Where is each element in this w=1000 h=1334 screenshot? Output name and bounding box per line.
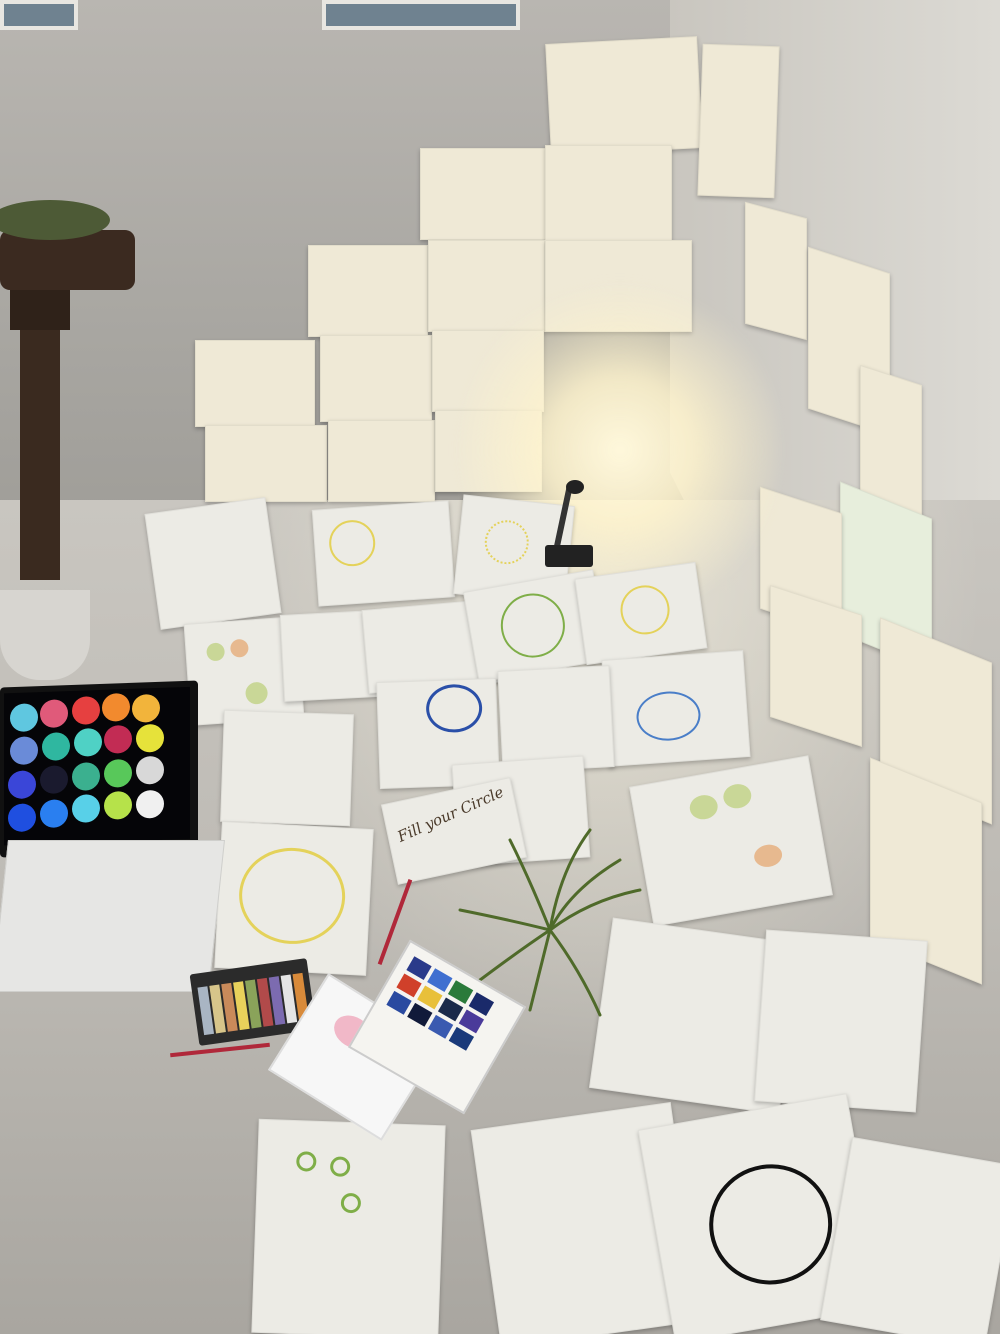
art-room-scene: Fill your Circle <box>0 0 1000 1334</box>
wall-paper <box>545 145 672 242</box>
green-dot <box>205 642 226 662</box>
sun-drawing <box>482 518 531 567</box>
yellow-circle-drawing <box>617 582 673 638</box>
orange-dot <box>229 638 250 658</box>
green-dot <box>721 781 754 811</box>
plant-pot <box>0 590 90 680</box>
floor-paper <box>574 561 708 666</box>
yellow-circle-drawing <box>236 845 348 947</box>
laptop-icon <box>0 680 198 858</box>
yellow-circle-drawing <box>327 518 377 568</box>
green-circle-drawing <box>329 1156 351 1178</box>
wall-paper <box>545 36 703 156</box>
wall-paper <box>308 245 428 337</box>
wall-paper <box>328 420 435 502</box>
floor-paper <box>220 709 354 827</box>
wall-paper <box>195 340 315 427</box>
floor-paper <box>214 821 374 976</box>
desk-lamp-base <box>545 545 593 567</box>
desk-lamp-head <box>566 480 584 494</box>
floor-paper <box>601 650 751 767</box>
laptop-screen-image <box>4 686 190 846</box>
wall-paper <box>420 148 547 240</box>
blue-circle-drawing <box>425 683 483 734</box>
wall-paper <box>697 43 780 199</box>
green-dot <box>244 681 269 705</box>
floor-paper <box>144 497 282 630</box>
floor-paper <box>820 1136 1000 1334</box>
wall-paper <box>745 201 807 341</box>
floor-paper <box>251 1118 446 1334</box>
floor-paper <box>311 500 456 607</box>
wall-paper <box>320 335 432 422</box>
green-circle-drawing <box>340 1192 362 1214</box>
green-dot <box>687 792 720 822</box>
blue-circle-drawing <box>634 689 703 743</box>
wall-paper <box>205 425 327 502</box>
window-center <box>322 0 520 30</box>
black-circle-drawing <box>699 1154 842 1295</box>
green-circle-drawing <box>495 588 570 663</box>
laptop-keyboard <box>0 840 225 992</box>
orange-dot <box>752 842 784 870</box>
floor-paper <box>754 929 928 1113</box>
window-left <box>0 0 78 30</box>
green-circle-drawing <box>295 1151 317 1172</box>
